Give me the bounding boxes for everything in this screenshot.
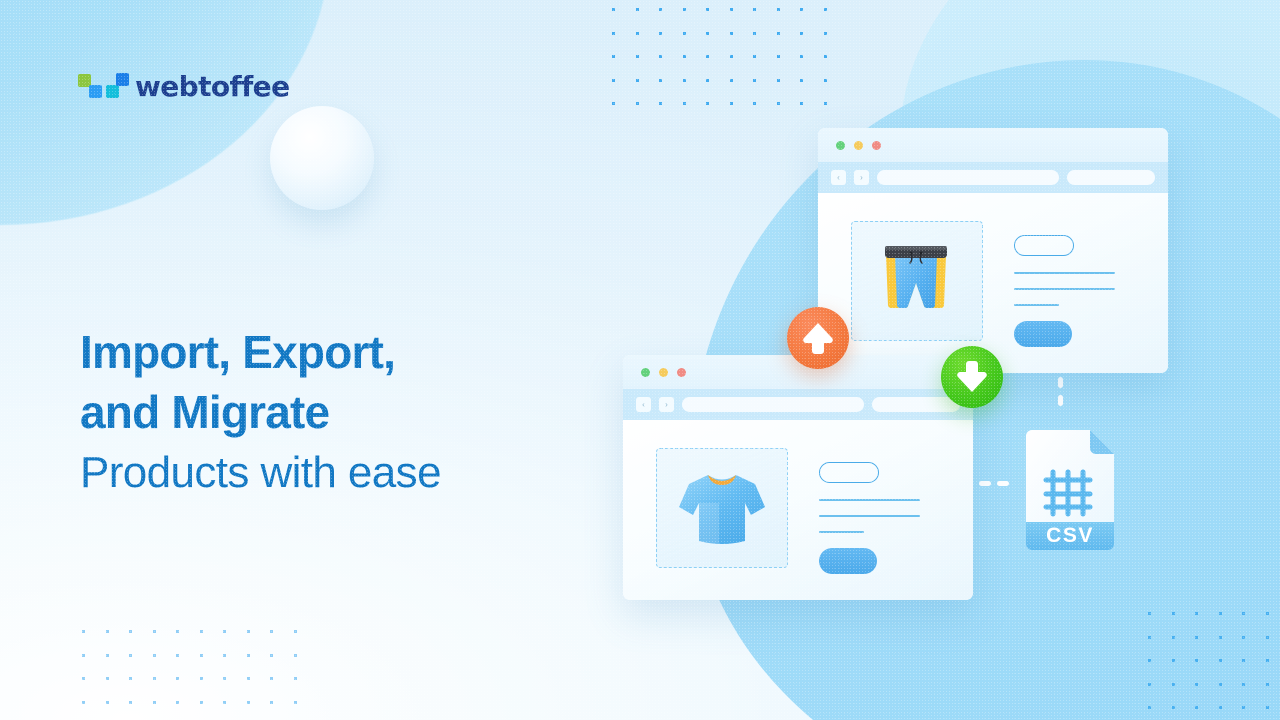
url-input[interactable] [682, 397, 864, 412]
connector-dash-vertical-2 [1058, 395, 1063, 406]
window-content [818, 193, 1168, 373]
traffic-light-green[interactable] [641, 367, 650, 377]
headline: Import, Export, and Migrate Products wit… [80, 322, 600, 504]
csv-file-icon: CSV [1020, 430, 1120, 550]
brand-logo[interactable]: webtoffee [78, 70, 290, 103]
decorative-sphere [270, 106, 374, 210]
detail-rule-2 [1014, 288, 1115, 290]
headline-line-3: Products with ease [80, 448, 442, 497]
logo-square-blue [89, 84, 102, 98]
primary-action-button[interactable] [1014, 321, 1072, 347]
url-input[interactable] [877, 170, 1059, 185]
connector-dash-horizontal-2 [997, 481, 1009, 486]
arrow-up-icon [803, 323, 833, 354]
headline-line-1: Import, Export, [80, 326, 396, 378]
search-input[interactable] [1067, 170, 1155, 185]
tshirt-icon [679, 475, 765, 544]
window-content [623, 420, 973, 600]
product-window-tshirt[interactable]: ‹ › [623, 355, 973, 600]
search-input[interactable] [872, 397, 960, 412]
detail-rule-2 [819, 515, 920, 517]
traffic-light-yellow[interactable] [659, 367, 668, 377]
primary-action-button[interactable] [819, 548, 877, 574]
forward-icon[interactable]: › [659, 397, 674, 412]
logo-square-deep-blue [116, 72, 129, 86]
window-addressbar: ‹ › [818, 162, 1168, 193]
traffic-light-green[interactable] [836, 140, 845, 150]
traffic-light-yellow[interactable] [854, 140, 863, 150]
connector-dash-vertical-1 [1058, 377, 1063, 388]
logo-mark-icon [78, 72, 129, 102]
shorts-icon [885, 246, 947, 309]
export-arrow-down-badge[interactable] [941, 346, 1003, 408]
traffic-light-red[interactable] [677, 367, 686, 377]
connector-dash-horizontal-1 [979, 481, 991, 486]
back-icon[interactable]: ‹ [831, 170, 846, 185]
product-image-shorts [875, 241, 957, 319]
detail-rule-1 [819, 499, 920, 501]
detail-rule-3 [1014, 304, 1059, 306]
forward-icon[interactable]: › [854, 170, 869, 185]
window-titlebar [818, 128, 1168, 162]
detail-rule-3 [819, 531, 864, 533]
csv-label: CSV [1046, 524, 1094, 547]
brand-wordmark: webtoffee [135, 70, 290, 103]
back-icon[interactable]: ‹ [636, 397, 651, 412]
logo-square-teal [106, 84, 119, 98]
background-blob-top-left [0, 0, 330, 225]
product-title-field[interactable] [1014, 235, 1074, 256]
detail-rule-1 [1014, 272, 1115, 274]
banner-canvas: webtoffee Import, Export, and Migrate Pr… [0, 0, 1280, 720]
arrow-down-icon [957, 361, 987, 392]
traffic-light-red[interactable] [872, 140, 881, 150]
product-image-tshirt [675, 465, 769, 551]
product-title-field[interactable] [819, 462, 879, 483]
window-addressbar: ‹ › [623, 389, 973, 420]
import-arrow-up-badge[interactable] [787, 307, 849, 369]
product-window-shorts[interactable]: ‹ › [818, 128, 1168, 373]
headline-line-2: and Migrate [80, 386, 330, 438]
